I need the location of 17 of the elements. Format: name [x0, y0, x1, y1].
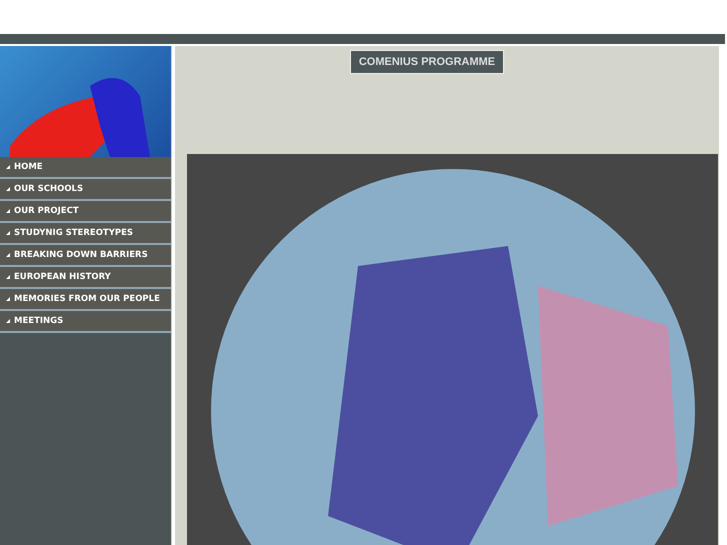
nav-link[interactable]: HOME [0, 157, 171, 179]
triangle-icon [6, 253, 10, 257]
triangle-icon [6, 297, 10, 301]
triangle-icon [6, 187, 10, 191]
nav-link[interactable]: OUR PROJECT [0, 201, 171, 223]
nav-link[interactable]: MEMORIES FROM OUR PEOPLE [0, 289, 171, 311]
triangle-icon [6, 319, 10, 323]
nav-link[interactable]: OUR SCHOOLS [0, 179, 171, 201]
triangle-icon [6, 165, 10, 169]
nav-link[interactable]: EUROPEAN HISTORY [0, 267, 171, 289]
nav-link[interactable]: STUDYNIG STEREOTYPES [0, 223, 171, 245]
triangle-icon [6, 209, 10, 213]
page-title: COMENIUS PROGRAMME [350, 50, 504, 74]
triangle-icon [6, 231, 10, 235]
nav-link[interactable]: BREAKING DOWN BARRIERS [0, 245, 171, 267]
nav-link[interactable]: MEETINGS [0, 311, 171, 333]
triangle-icon [6, 275, 10, 279]
